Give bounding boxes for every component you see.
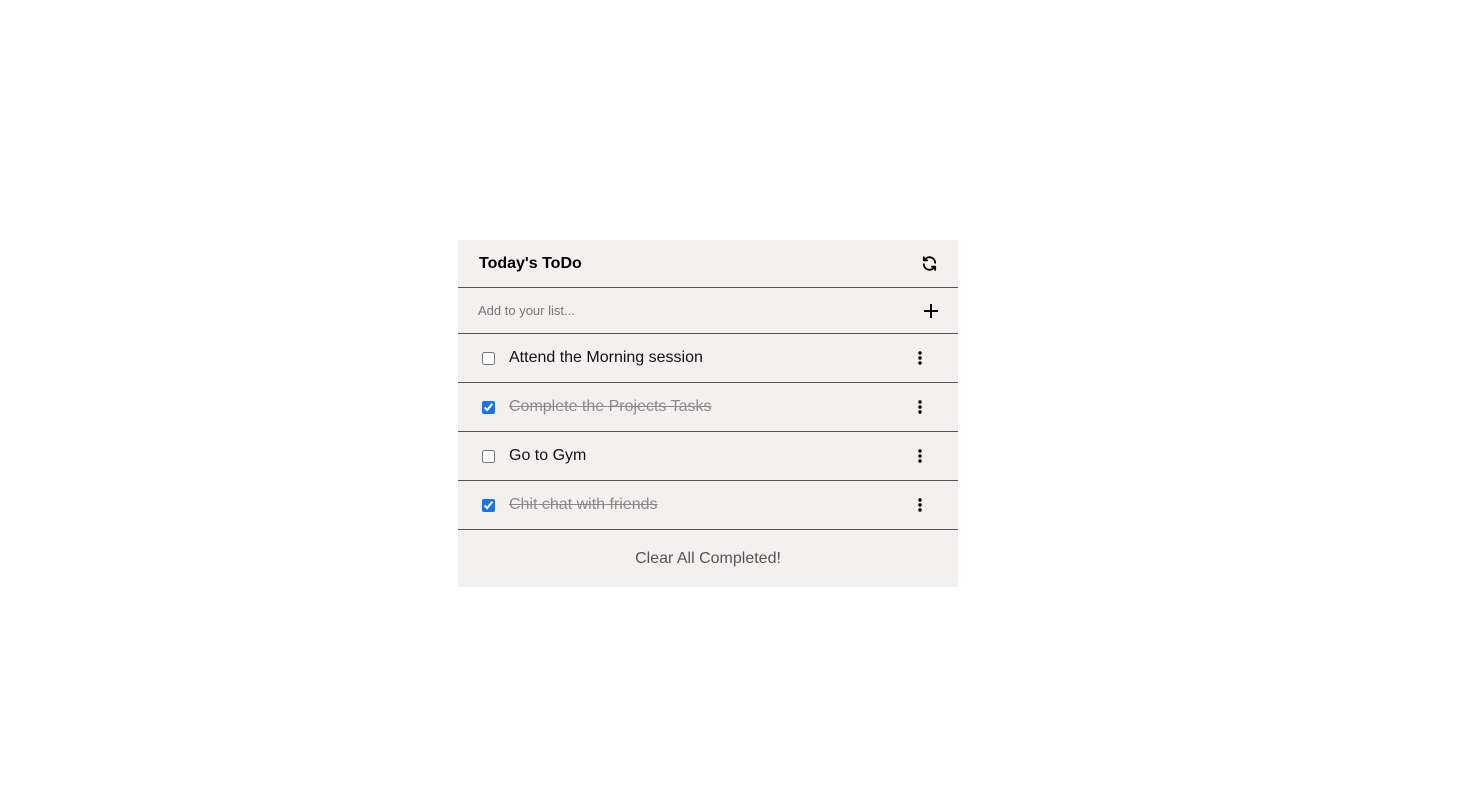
task-label: Complete the Projects Tasks <box>509 398 712 415</box>
task-menu-button[interactable] <box>912 495 928 515</box>
task-label: Attend the Morning session <box>509 349 703 366</box>
add-task-button[interactable] <box>922 302 940 320</box>
add-task-row <box>458 288 958 334</box>
page-title: Today's ToDo <box>479 254 582 272</box>
task-label: Go to Gym <box>509 447 587 464</box>
task-label: Chit chat with friends <box>509 496 658 513</box>
task-menu-button[interactable] <box>912 348 928 368</box>
task-checkbox[interactable] <box>482 498 495 512</box>
todo-footer: Clear All Completed! <box>458 530 958 587</box>
more-vertical-icon <box>918 498 922 512</box>
plus-icon <box>924 303 938 318</box>
add-task-input[interactable] <box>478 303 878 318</box>
task-checkbox[interactable] <box>482 351 495 365</box>
clear-completed-button[interactable]: Clear All Completed! <box>635 550 781 568</box>
task-item: Go to Gym <box>458 432 958 481</box>
task-list: Attend the Morning session Complete the … <box>458 334 958 530</box>
more-vertical-icon <box>918 400 922 414</box>
refresh-button[interactable] <box>919 254 939 274</box>
task-checkbox[interactable] <box>482 400 495 414</box>
task-item: Chit chat with friends <box>458 481 958 530</box>
refresh-icon <box>922 256 936 271</box>
task-menu-button[interactable] <box>912 397 928 417</box>
todo-card: Today's ToDo Attend the Morning session <box>458 240 958 587</box>
task-checkbox[interactable] <box>482 449 495 463</box>
task-item: Complete the Projects Tasks <box>458 383 958 432</box>
todo-header: Today's ToDo <box>458 240 958 288</box>
task-menu-button[interactable] <box>912 446 928 466</box>
more-vertical-icon <box>918 351 922 365</box>
task-item: Attend the Morning session <box>458 334 958 383</box>
more-vertical-icon <box>918 449 922 463</box>
